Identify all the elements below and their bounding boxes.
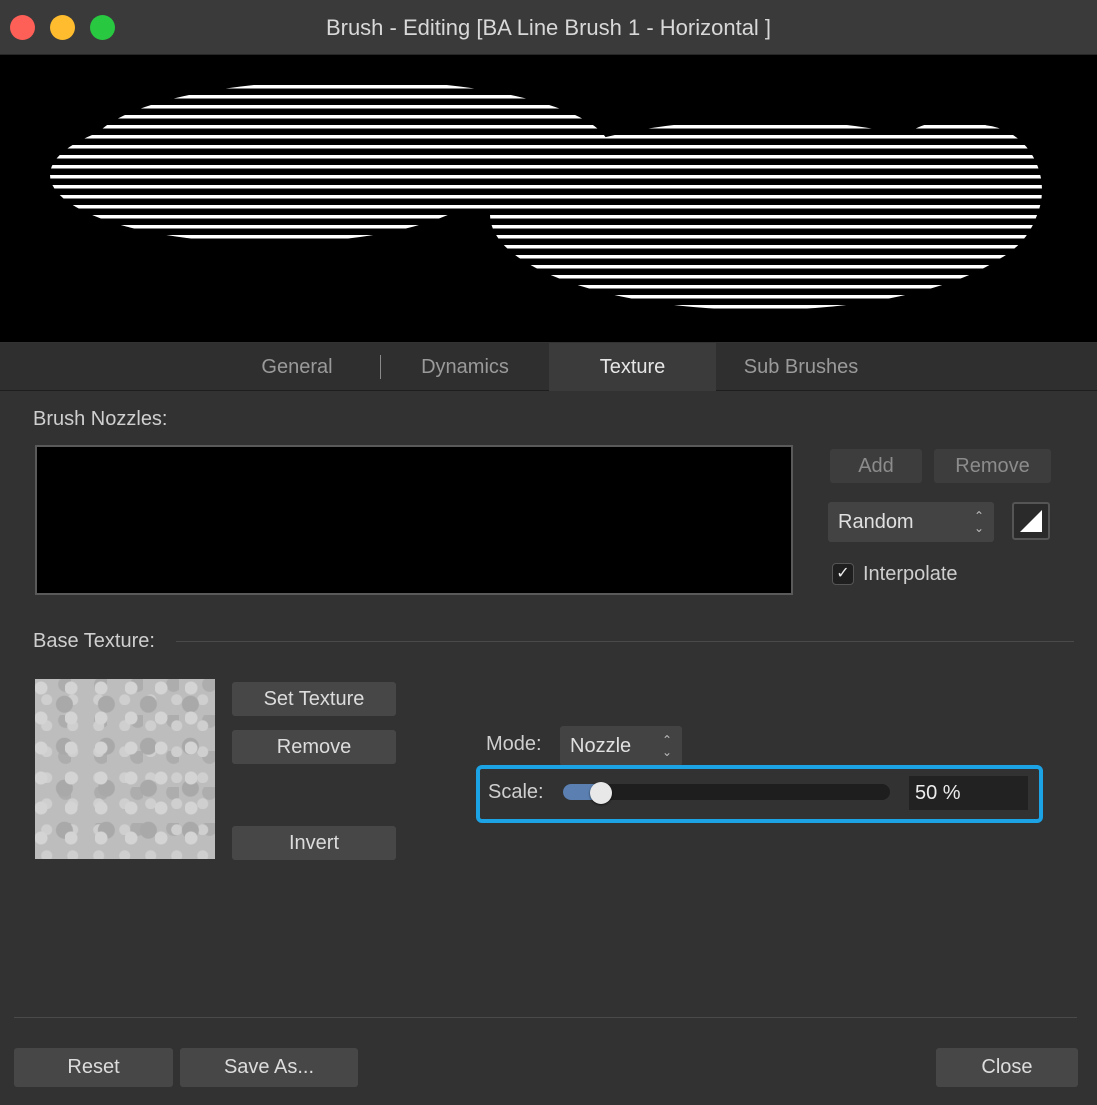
mode-value: Nozzle xyxy=(570,735,632,757)
reset-button[interactable]: Reset xyxy=(14,1048,173,1087)
window-title: Brush - Editing [BA Line Brush 1 - Horiz… xyxy=(325,15,772,40)
title-bar: Brush - Editing [BA Line Brush 1 - Horiz… xyxy=(0,0,1097,55)
nozzle-order-value: Random xyxy=(838,511,914,533)
gradient-triangle-icon xyxy=(1020,510,1042,532)
scale-slider-thumb[interactable] xyxy=(589,782,612,804)
remove-texture-button[interactable]: Remove xyxy=(232,730,396,764)
brush-stroke-preview xyxy=(50,80,1042,310)
brush-nozzles-heading: Brush Nozzles: xyxy=(33,408,168,430)
mode-select[interactable]: Nozzle ⌃ ⌄ xyxy=(560,726,682,766)
remove-nozzle-button[interactable]: Remove xyxy=(934,449,1051,483)
tab-texture[interactable]: Texture xyxy=(549,343,716,391)
mode-label: Mode: xyxy=(486,733,542,755)
invert-texture-button[interactable]: Invert xyxy=(232,826,396,860)
gradient-swatch-button[interactable] xyxy=(1012,502,1050,540)
tab-sub-brushes[interactable]: Sub Brushes xyxy=(720,343,882,391)
scale-label: Scale: xyxy=(488,781,544,803)
base-texture-heading: Base Texture: xyxy=(33,630,155,652)
footer-divider xyxy=(14,1017,1077,1018)
set-texture-button[interactable]: Set Texture xyxy=(232,682,396,716)
tab-dynamics[interactable]: Dynamics xyxy=(390,343,540,391)
up-down-chevrons-icon: ⌃ ⌄ xyxy=(661,733,672,759)
scale-value-field[interactable]: 50 % xyxy=(909,776,1028,810)
brush-preview xyxy=(0,55,1097,342)
add-nozzle-button[interactable]: Add xyxy=(830,449,922,483)
interpolate-checkbox[interactable]: ✓ xyxy=(832,563,854,585)
save-as-button[interactable]: Save As... xyxy=(180,1048,358,1087)
tab-bar: General Dynamics Texture Sub Brushes xyxy=(0,343,1097,391)
tab-general[interactable]: General xyxy=(232,343,362,391)
base-texture-thumbnail xyxy=(35,679,215,859)
scale-slider[interactable] xyxy=(563,784,890,800)
nozzle-order-select[interactable]: Random ⌃ ⌄ xyxy=(828,502,994,542)
nozzles-list[interactable] xyxy=(35,445,793,595)
up-down-chevrons-icon: ⌃ ⌄ xyxy=(973,509,984,535)
tab-separator xyxy=(380,355,381,379)
close-button[interactable]: Close xyxy=(936,1048,1078,1087)
interpolate-label: Interpolate xyxy=(863,563,958,585)
section-divider xyxy=(176,641,1074,642)
